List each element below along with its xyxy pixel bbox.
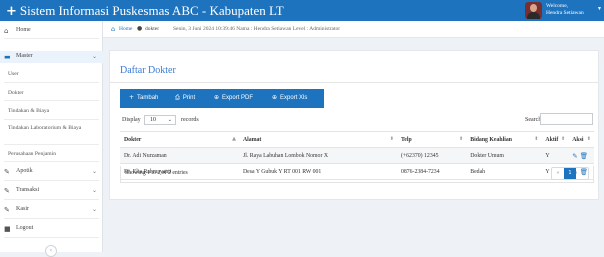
edit-icon: ✎ — [4, 187, 10, 195]
doctor-list-panel: Daftar Dokter + Tambah ⎙ Print ⊕ Export PDF… — [109, 50, 599, 200]
edit-icon: ✎ — [4, 168, 10, 176]
user-welcome[interactable]: Welcome, Hendra Setiawan — [546, 3, 584, 17]
table-row: Dr. Adi Nurzaman Jl. Raya Labuhan Lombok… — [120, 147, 594, 164]
cell-bidang-keahlian: Dokter Umum — [466, 147, 542, 164]
divider — [4, 199, 99, 200]
app-title[interactable]: + Sistem Informasi Puskesmas ABC - Kabupa… — [6, 3, 284, 19]
plus-icon: + — [129, 94, 135, 101]
edit-icon: ✎ — [4, 206, 10, 214]
chevron-down-icon: ⌄ — [92, 53, 98, 60]
divider — [4, 100, 99, 101]
sort-icon: ⬍ — [534, 136, 539, 142]
cell-aksi: ✎🗑 — [568, 147, 594, 164]
cell-dokter: Dr. Adi Nurzaman — [120, 147, 239, 164]
column-header-aksi[interactable]: Aksi ⬍ — [568, 131, 594, 148]
welcome-label: Welcome, — [546, 3, 569, 9]
column-header-aktif[interactable]: Aktif ⬍ — [541, 131, 569, 148]
sidebar-item-label: Home — [16, 27, 31, 33]
records-label: records — [181, 117, 199, 123]
printer-icon: ⎙ — [175, 94, 180, 101]
chevron-down-icon: ⌄ — [92, 168, 98, 175]
page-1-button[interactable]: 1 — [564, 168, 576, 179]
export-pdf-button[interactable]: ⊕ Export PDF — [214, 94, 253, 101]
user-name: Hendra Setiawan — [546, 10, 584, 16]
export-xls-button[interactable]: ⊕ Export Xls — [272, 94, 307, 101]
delete-icon[interactable]: 🗑 — [580, 152, 588, 160]
page-title: Daftar Dokter — [120, 65, 176, 76]
sidebar-item-label: Apotik — [16, 168, 33, 174]
sidebar-item-master[interactable]: ▬ Master ⌄ — [0, 51, 103, 63]
table-header-row: Dokter ▲ Alamat ⬍ Telp ⬍ Bidang Keahlian ⬍ A… — [120, 131, 594, 148]
chevron-down-icon: ⌄ — [92, 187, 98, 194]
next-page-button[interactable]: » — [576, 168, 588, 179]
sidebar: ⌂ Home ▬ Master ⌄ User Dokter Tindakan &… — [0, 21, 103, 257]
sidebar-item-label: Logout — [16, 225, 34, 231]
sidebar-item-label: Master — [16, 53, 33, 59]
sort-icon: ⬍ — [389, 136, 394, 142]
edit-icon[interactable]: ✎ — [572, 152, 577, 160]
top-navbar: + Sistem Informasi Puskesmas ABC - Kabupa… — [0, 0, 604, 21]
add-button[interactable]: + Tambah — [129, 94, 158, 101]
breadcrumb-home[interactable]: Home — [119, 26, 132, 32]
print-button[interactable]: ⎙ Print — [175, 94, 195, 102]
avatar[interactable] — [525, 2, 542, 19]
app-title-text: Sistem Informasi Puskesmas ABC - Kabupat… — [19, 3, 284, 18]
divider — [4, 180, 99, 181]
sort-icon: ⬍ — [561, 136, 566, 142]
lock-icon: ■ — [4, 225, 11, 233]
sidebar-item-label: Transaksi — [16, 187, 40, 193]
column-header-bidang-keahlian[interactable]: Bidang Keahlian ⬍ — [466, 131, 542, 148]
sidebar-collapse-button[interactable]: ‹ — [45, 245, 57, 257]
divider — [4, 218, 99, 219]
plus-logo-icon: + — [6, 4, 17, 19]
home-icon: ⌂ — [4, 27, 9, 35]
display-label: Display — [122, 117, 141, 123]
divider — [4, 119, 99, 120]
user-dropdown-icon[interactable]: ▼ — [597, 7, 602, 12]
export-icon: ⊕ — [214, 94, 220, 101]
page-size-select[interactable]: 10 ⌄ — [144, 115, 176, 125]
divider — [4, 161, 99, 162]
cell-telp: (+62370) 12345 — [396, 147, 467, 164]
prev-page-button[interactable]: « — [552, 168, 564, 179]
column-header-alamat[interactable]: Alamat ⬍ — [239, 131, 397, 148]
breadcrumb: ⌂ Home ● dokter Senin, 3 Juni 2024 10:39… — [103, 21, 604, 38]
action-toolbar: + Tambah ⎙ Print ⊕ Export PDF ⊕ Export Xls — [120, 89, 324, 108]
table-footer: Showing 1 to 2 of 2 entries « 1 » — [120, 166, 594, 183]
export-icon: ⊕ — [272, 94, 278, 101]
cell-alamat: Jl. Raya Labuhan Lombok Nomor X — [239, 147, 397, 164]
sort-icon: ⬍ — [586, 136, 591, 142]
column-header-dokter[interactable]: Dokter ▲ — [120, 131, 239, 148]
session-info: Senin, 3 Juni 2024 10:39:46 Nama : Hendr… — [173, 26, 341, 32]
divider — [4, 237, 99, 238]
breadcrumb-current: dokter — [145, 26, 160, 32]
cell-aktif: Y — [541, 147, 569, 164]
sort-asc-icon: ▲ — [232, 136, 236, 142]
column-header-telp[interactable]: Telp ⬍ — [396, 131, 467, 148]
home-icon[interactable]: ⌂ — [111, 25, 115, 33]
doctor-icon: ● — [137, 25, 143, 32]
divider — [110, 82, 598, 83]
divider — [4, 144, 99, 145]
chevron-down-icon: ⌄ — [92, 206, 98, 213]
sidebar-item-label: Kasir — [16, 206, 29, 212]
divider — [4, 82, 99, 83]
search-input[interactable] — [540, 113, 593, 125]
sort-icon: ⬍ — [459, 136, 464, 142]
entries-info: Showing 1 to 2 of 2 entries — [125, 170, 188, 176]
chevron-down-icon: ⌄ — [167, 117, 172, 123]
pagination: « 1 » — [551, 167, 589, 180]
monitor-icon: ▬ — [4, 53, 11, 61]
divider — [4, 38, 99, 39]
